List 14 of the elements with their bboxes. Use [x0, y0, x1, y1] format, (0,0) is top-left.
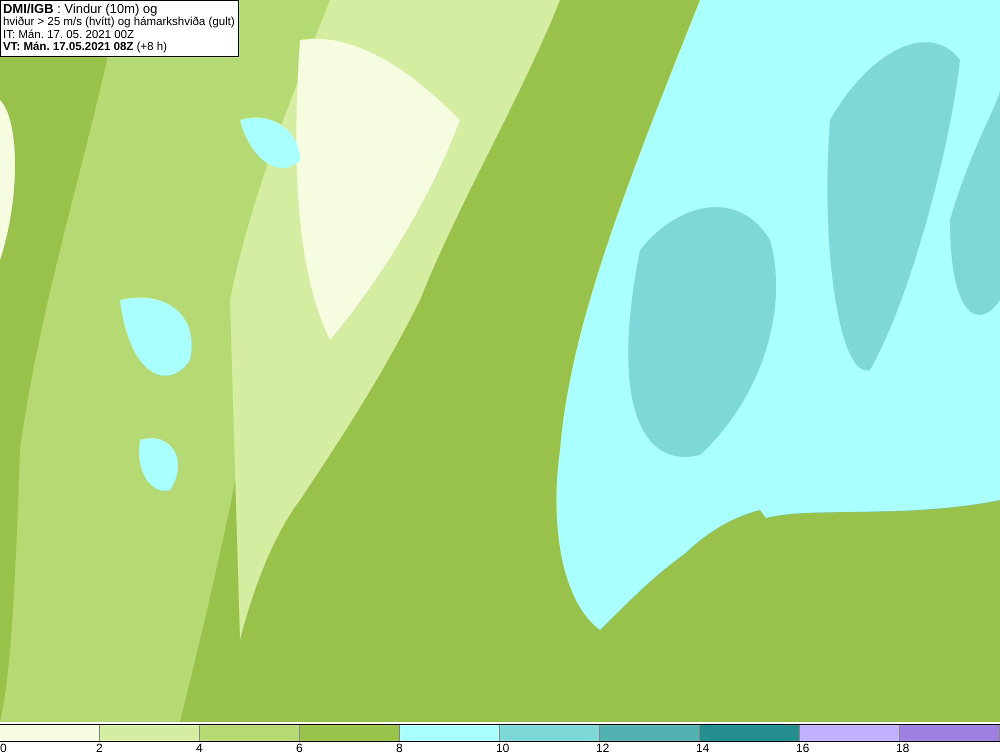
title-line: DMI/IGB : Vindur (10m) og [3, 2, 158, 16]
legend-tick-label: 18 [896, 742, 910, 753]
legend-tick-label: 4 [196, 742, 203, 753]
title-line: hviður > 25 m/s (hvítt) og hámarkshviða (gult) [3, 16, 235, 28]
legend-tick-label: 10 [496, 742, 510, 753]
title-line: VT: Mán. 17.05.2021 08Z (+8 h) [3, 41, 168, 54]
legend-tick-label: 12 [596, 742, 610, 753]
legend-tick-label: 8 [396, 742, 403, 753]
legend-tick-label: 6 [296, 742, 303, 753]
legend-tick-label: 0 [0, 742, 7, 753]
legend-tick-label: 2 [96, 742, 103, 753]
legend-tick-label: 16 [796, 742, 810, 753]
title-line: IT: Mán. 17. 05. 2021 00Z [3, 28, 136, 41]
legend-tick-label: 14 [696, 742, 710, 753]
